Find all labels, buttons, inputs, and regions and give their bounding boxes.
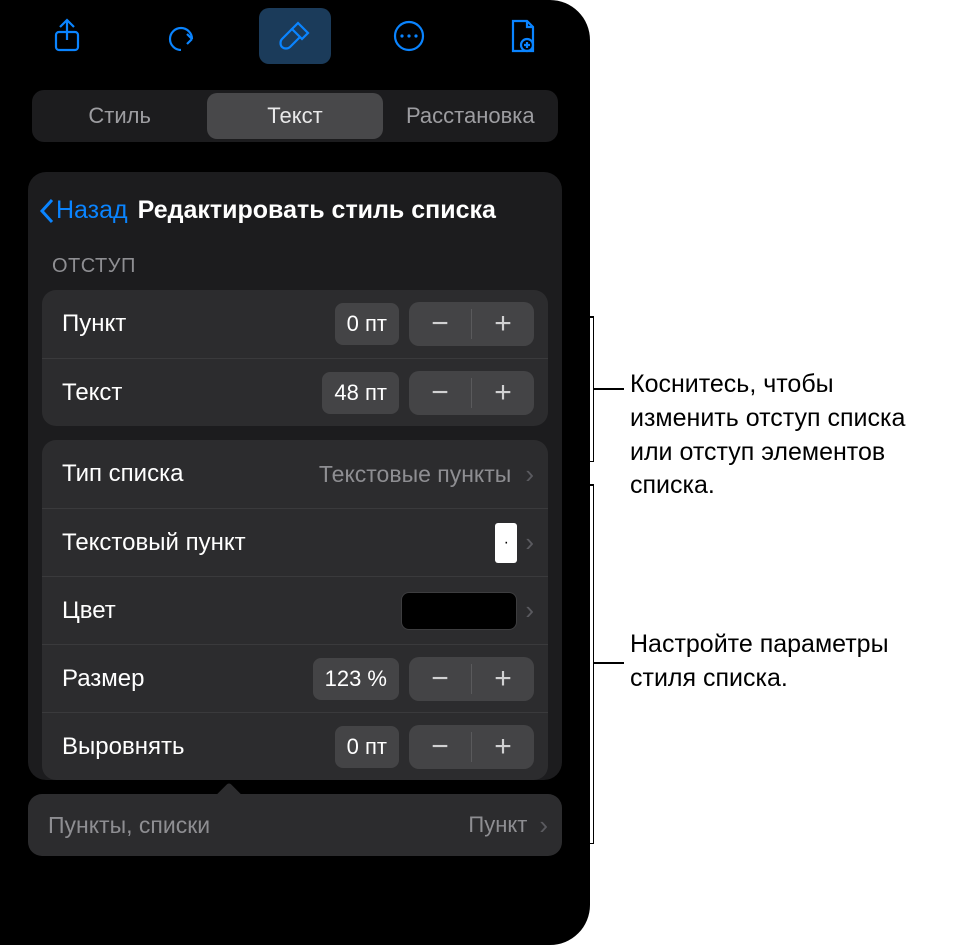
document-settings-button[interactable] [487,8,559,64]
style-annotation: Настройте параметры стиля списка. [630,628,930,696]
text-bullet-row[interactable]: Текстовый пункт · › [42,508,548,576]
color-label: Цвет [62,597,401,625]
callout-leader [594,662,624,664]
list-type-row[interactable]: Тип списка Текстовые пункты › [42,440,548,508]
bullet-indent-stepper: − + [409,302,534,346]
callout-bracket [576,316,594,462]
edit-list-style-panel: Назад Редактировать стиль списка ОТСТУП … [28,172,562,780]
tab-layout[interactable]: Расстановка [383,103,558,129]
bullet-indent-value[interactable]: 0 пт [335,303,399,345]
bullet-indent-increase[interactable]: + [472,302,534,346]
back-button[interactable]: Назад [38,196,128,225]
text-indent-value[interactable]: 48 пт [322,372,399,414]
align-label: Выровнять [62,733,335,761]
size-stepper: − + [409,657,534,701]
share-button[interactable] [31,8,103,64]
callout-leader [594,388,624,390]
text-bullet-glyph-swatch: · [495,523,517,563]
text-indent-stepper: − + [409,371,534,415]
segmented-control: Стиль Текст Расстановка [32,90,558,142]
panel-title: Редактировать стиль списка [138,196,496,225]
size-decrease[interactable]: − [409,657,471,701]
indent-section-label: ОТСТУП [28,247,562,286]
color-swatch [401,592,517,630]
chevron-right-icon: › [517,527,534,558]
indent-group: Пункт 0 пт − + Текст 48 пт − + [42,290,548,426]
tab-style[interactable]: Стиль [32,103,207,129]
bullets-lists-value: Пункт [468,812,527,838]
size-value[interactable]: 123 % [313,658,399,700]
list-type-label: Тип списка [62,460,319,488]
text-indent-increase[interactable]: + [472,371,534,415]
size-increase[interactable]: + [472,657,534,701]
color-row[interactable]: Цвет › [42,576,548,644]
bullets-lists-label: Пункты, списки [48,812,468,839]
format-button[interactable] [259,8,331,64]
more-button[interactable] [373,8,445,64]
callout-bracket [576,484,594,844]
align-decrease[interactable]: − [409,725,471,769]
top-toolbar [0,0,590,72]
chevron-right-icon: › [517,459,534,490]
text-indent-label: Текст [62,379,322,407]
undo-button[interactable] [145,8,217,64]
bullet-indent-label: Пункт [62,310,335,338]
text-indent-decrease[interactable]: − [409,371,471,415]
chevron-right-icon: › [531,810,548,841]
tab-text[interactable]: Текст [207,103,382,129]
back-label: Назад [56,196,128,225]
indent-annotation: Коснитесь, чтобы изменить отступ списка … [630,368,930,503]
size-label: Размер [62,665,313,693]
style-group: Тип списка Текстовые пункты › Текстовый … [42,440,548,780]
list-type-value: Текстовые пункты [319,461,511,488]
align-increase[interactable]: + [472,725,534,769]
bullet-indent-decrease[interactable]: − [409,302,471,346]
text-bullet-label: Текстовый пункт [62,529,495,557]
align-stepper: − + [409,725,534,769]
chevron-right-icon: › [517,595,534,626]
align-value[interactable]: 0 пт [335,726,399,768]
bullets-lists-row[interactable]: Пункты, списки Пункт › [28,794,562,856]
